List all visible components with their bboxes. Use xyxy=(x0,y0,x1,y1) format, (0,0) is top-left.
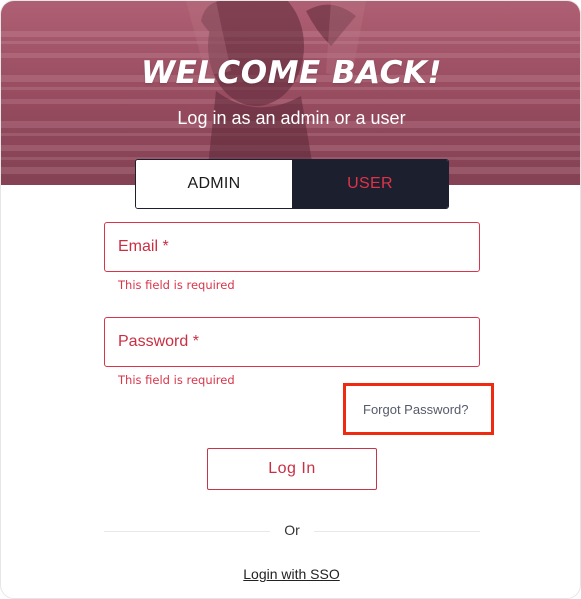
email-field[interactable]: Email * xyxy=(104,222,480,272)
password-error: This field is required xyxy=(118,373,235,387)
tab-user[interactable]: USER xyxy=(292,160,448,208)
tab-admin[interactable]: ADMIN xyxy=(136,160,292,208)
hero-banner: WELCOME BACK! Log in as an admin or a us… xyxy=(1,1,580,185)
login-card: WELCOME BACK! Log in as an admin or a us… xyxy=(0,0,581,599)
page-title: WELCOME BACK! xyxy=(140,55,443,91)
hero-overlay xyxy=(1,1,580,185)
email-error: This field is required xyxy=(118,278,235,292)
password-label: Password * xyxy=(118,333,199,350)
login-button[interactable]: Log In xyxy=(207,448,377,490)
forgot-password-link[interactable]: Forgot Password? xyxy=(363,402,469,417)
page-subtitle: Log in as an admin or a user xyxy=(177,108,406,128)
email-label: Email * xyxy=(118,238,169,255)
divider-right xyxy=(314,531,480,532)
sso-login-link-row: Login with SSO xyxy=(1,566,580,582)
sso-login-link[interactable]: Login with SSO xyxy=(243,566,340,582)
divider-left xyxy=(104,531,270,532)
password-field[interactable]: Password * xyxy=(104,317,480,367)
role-tabs: ADMIN USER xyxy=(135,159,449,209)
divider-text: Or xyxy=(284,522,300,538)
